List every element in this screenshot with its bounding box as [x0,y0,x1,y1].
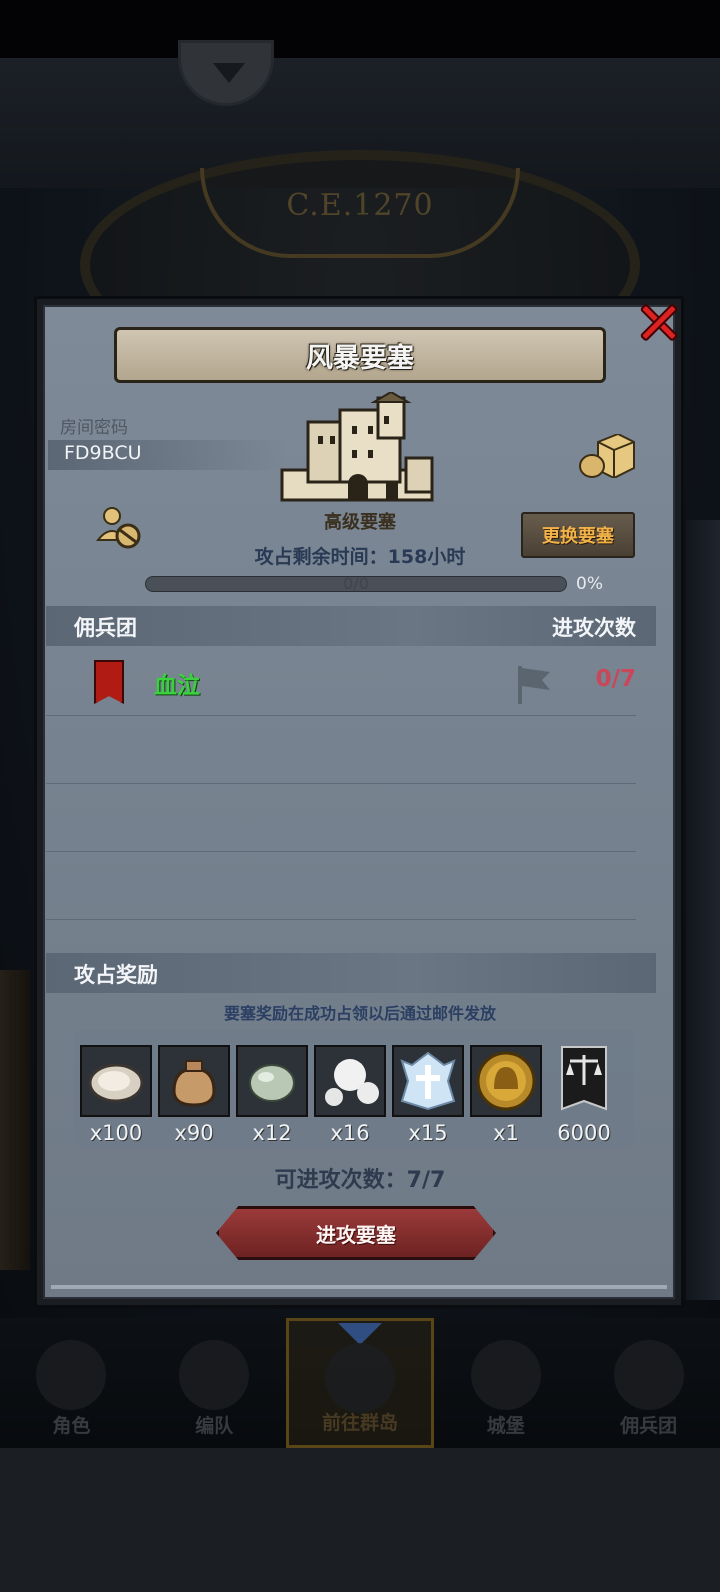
gold-helmet-medal-icon [470,1045,542,1117]
capture-progress-text: 0/0 [343,574,369,593]
supply-crate-icon[interactable] [578,434,636,478]
reward-item[interactable]: x16 [314,1045,386,1145]
reward-qty: x16 [330,1121,370,1145]
pearls-icon [314,1045,386,1117]
reward-item[interactable]: x90 [158,1045,230,1145]
reward-qty: x1 [493,1121,519,1145]
attack-fortress-label: 进攻要塞 [316,1222,396,1247]
reward-qty: x100 [89,1121,143,1145]
capture-time-remaining: 攻占剩余时间：158小时 [254,546,466,568]
empty-row [46,784,636,852]
flag-icon [518,666,550,704]
title-banner: 风暴要塞 [114,327,606,383]
close-button[interactable] [632,296,684,348]
guild-banner-icon [94,660,124,704]
dialog-title: 风暴要塞 [306,342,414,374]
oyster-icon [80,1045,152,1117]
mercenary-section-header: 佣兵团 进攻次数 [46,606,656,646]
empty-row [46,716,636,784]
pouch-icon [158,1045,230,1117]
mercenary-attack-count: 0/7 [595,666,636,692]
reward-qty: x90 [174,1121,214,1145]
attack-count-header: 进攻次数 [552,616,636,640]
mercenary-header-title: 佣兵团 [74,616,137,640]
pale-gem-icon [236,1045,308,1117]
reward-item[interactable]: x1 [470,1045,542,1145]
attack-fortress-button[interactable]: 进攻要塞 [216,1206,496,1260]
reward-note: 要塞奖励在成功占领以后通过邮件发放 [223,1004,496,1023]
fortress-icon [280,392,434,502]
attempts-remaining: 可进攻次数：7/7 [274,1168,446,1193]
reward-item[interactable]: 6000 [548,1045,620,1145]
mercenary-name: 血泣 [154,673,200,699]
reward-header-title: 攻占奖励 [74,963,158,987]
mercenary-row[interactable]: 血泣 0/7 [46,648,636,716]
room-code-label: 房间密码 [60,418,128,438]
reward-item[interactable]: x12 [236,1045,308,1145]
reward-qty: x15 [408,1121,448,1145]
empty-row [46,852,636,920]
capture-progress-percent: 0% [576,574,603,594]
reward-section-header: 攻占奖励 [46,953,656,993]
reward-item[interactable]: x100 [80,1045,152,1145]
reward-qty: 6000 [557,1121,611,1145]
room-code-value[interactable]: FD9BCU [64,442,142,464]
crystal-emblem-icon [392,1045,464,1117]
reward-item[interactable]: x15 [392,1045,464,1145]
justice-banner-icon [548,1045,620,1117]
reward-qty: x12 [252,1121,292,1145]
